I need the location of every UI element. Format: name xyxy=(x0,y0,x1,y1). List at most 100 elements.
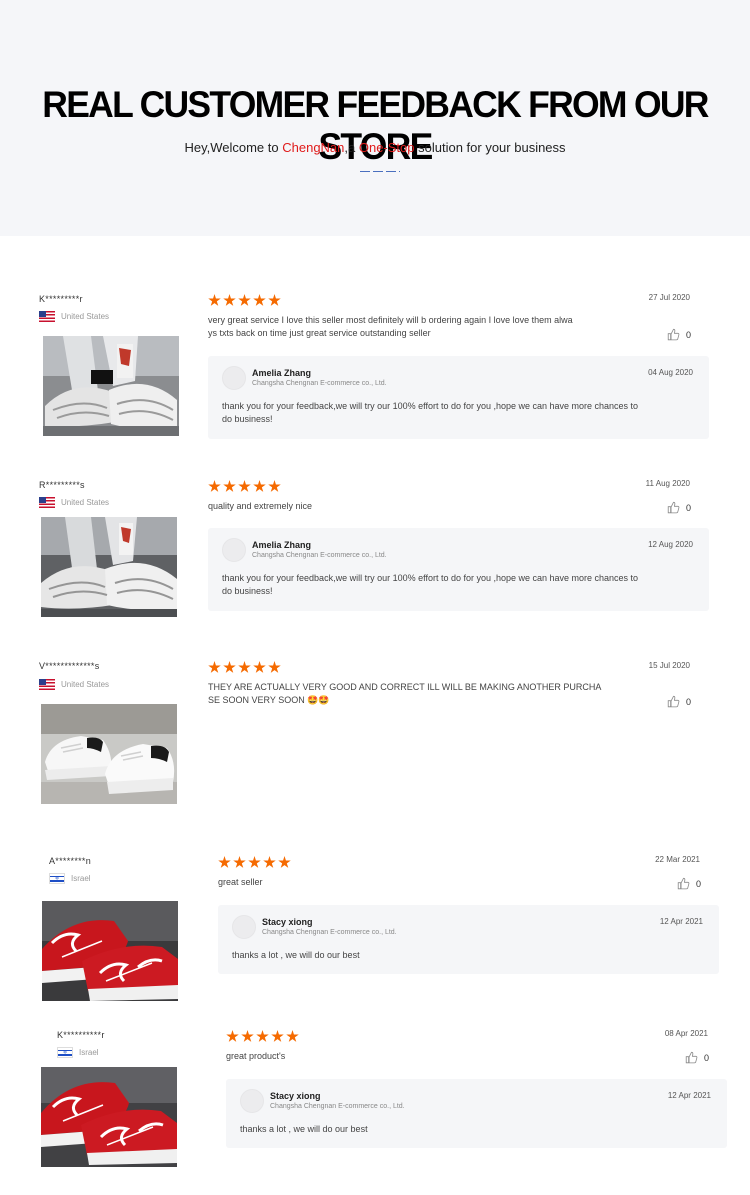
reviewer-name: V*************s xyxy=(39,661,100,671)
review-text: great product's xyxy=(226,1051,286,1061)
star-icon xyxy=(223,480,236,492)
reviewer-name: A********n xyxy=(49,856,92,866)
reply-text-line: thank you for your feedback,we will try … xyxy=(222,573,639,583)
like-button[interactable]: 0 xyxy=(667,695,691,708)
reply-date: 04 Aug 2020 xyxy=(648,368,693,377)
thumbs-up-icon xyxy=(667,695,680,708)
thumbs-up-icon xyxy=(667,328,680,341)
review-text: great seller xyxy=(218,877,263,887)
review-text-line: THEY ARE ACTUALLY VERY GOOD AND CORRECT … xyxy=(208,682,602,692)
seller-reply: Stacy xiong Changsha Chengnan E-commerce… xyxy=(226,1079,727,1148)
review-date: 11 Aug 2020 xyxy=(645,479,690,488)
israel-flag-icon: ✡ xyxy=(57,1047,73,1058)
seller-avatar xyxy=(232,915,256,939)
star-icon xyxy=(238,661,251,673)
country-label: United States xyxy=(61,680,110,689)
reviewer-country: ✡ Israel xyxy=(57,1047,99,1058)
reviewer-name: K**********r xyxy=(57,1030,105,1040)
star-icon xyxy=(253,294,266,306)
reviewer-country: United States xyxy=(39,311,109,322)
thumbs-up-icon xyxy=(667,501,680,514)
seller-company: Changsha Chengnan E-commerce co., Ltd. xyxy=(252,380,387,387)
star-icon xyxy=(208,480,221,492)
review-text-line: ys txts back on time just great service … xyxy=(208,328,431,338)
seller-avatar xyxy=(240,1089,264,1113)
star-icon xyxy=(233,856,246,868)
review-photo[interactable] xyxy=(43,336,179,436)
country-label: Israel xyxy=(79,1048,99,1057)
star-icon xyxy=(278,856,291,868)
reply-date: 12 Aug 2020 xyxy=(648,540,693,549)
review-date: 27 Jul 2020 xyxy=(648,293,690,302)
like-button[interactable]: 0 xyxy=(667,501,691,514)
seller-company: Changsha Chengnan E-commerce co., Ltd. xyxy=(262,929,397,936)
review-text: quality and extremely nice xyxy=(208,501,313,511)
star-icon xyxy=(253,480,266,492)
reply-text-line: do business! xyxy=(222,414,273,424)
decorative-dash xyxy=(360,171,400,172)
review-photo[interactable] xyxy=(42,901,178,1001)
review-text: THEY ARE ACTUALLY VERY GOOD AND CORRECT … xyxy=(208,681,638,707)
reviewer-country: United States xyxy=(39,679,109,690)
review-text-line: very great service I love this seller mo… xyxy=(208,315,573,325)
like-button[interactable]: 0 xyxy=(677,877,701,890)
star-icon xyxy=(263,856,276,868)
reply-text: thanks a lot , we will do our best xyxy=(240,1124,368,1134)
review-text: very great service I love this seller mo… xyxy=(208,314,638,340)
seller-company: Changsha Chengnan E-commerce co., Ltd. xyxy=(252,552,387,559)
reply-text-line: do business! xyxy=(222,586,273,596)
star-icon xyxy=(238,480,251,492)
seller-name: Amelia Zhang xyxy=(252,540,312,550)
reviewer-country: United States xyxy=(39,497,109,508)
star-icon xyxy=(238,294,251,306)
reply-text: thanks a lot , we will do our best xyxy=(232,950,360,960)
star-icon xyxy=(218,856,231,868)
country-label: United States xyxy=(61,498,110,507)
us-flag-icon xyxy=(39,497,55,508)
subtitle-mid: ,a xyxy=(344,140,359,155)
review-text-line: SE SOON VERY SOON 🤩🤩 xyxy=(208,695,330,705)
reviewer-name: K*********r xyxy=(39,294,83,304)
star-icon xyxy=(223,661,236,673)
review-date: 08 Apr 2021 xyxy=(664,1029,708,1038)
star-icon xyxy=(286,1030,299,1042)
us-flag-icon xyxy=(39,679,55,690)
one-stop-text: One-Stop xyxy=(358,140,415,155)
reply-date: 12 Apr 2021 xyxy=(659,917,703,926)
thumbs-up-icon xyxy=(677,877,690,890)
subtitle-pre: Hey,Welcome to xyxy=(184,140,283,155)
like-count: 0 xyxy=(686,696,692,707)
review-photo[interactable] xyxy=(41,704,177,804)
review-photo[interactable] xyxy=(41,1067,177,1167)
star-icon xyxy=(208,661,221,673)
star-icon xyxy=(208,294,221,306)
star-icon xyxy=(241,1030,254,1042)
star-icon xyxy=(268,294,281,306)
seller-name: Stacy xiong xyxy=(262,917,313,927)
country-label: United States xyxy=(61,312,110,321)
subtitle-post: solution for your business xyxy=(414,140,566,155)
star-icon xyxy=(248,856,261,868)
like-count: 0 xyxy=(686,502,692,513)
star-icon xyxy=(256,1030,269,1042)
like-button[interactable]: 0 xyxy=(685,1051,709,1064)
seller-company: Changsha Chengnan E-commerce co., Ltd. xyxy=(270,1103,405,1110)
reply-text-line: thank you for your feedback,we will try … xyxy=(222,401,639,411)
review-photo[interactable] xyxy=(41,517,177,617)
reply-date: 12 Apr 2021 xyxy=(667,1091,711,1100)
feedback-header: REAL CUSTOMER FEEDBACK FROM OUR STORE He… xyxy=(0,0,750,236)
reply-text: thank you for your feedback,we will try … xyxy=(222,400,695,426)
star-icon xyxy=(268,661,281,673)
reviewer-country: ✡ Israel xyxy=(49,873,91,884)
star-icon xyxy=(223,294,236,306)
seller-reply: Amelia Zhang Changsha Chengnan E-commerc… xyxy=(208,356,709,439)
rating-stars xyxy=(218,856,291,869)
like-count: 0 xyxy=(696,878,702,889)
reply-text: thank you for your feedback,we will try … xyxy=(222,572,695,598)
like-button[interactable]: 0 xyxy=(667,328,691,341)
review-date: 22 Mar 2021 xyxy=(655,855,700,864)
page-title: REAL CUSTOMER FEEDBACK FROM OUR STORE xyxy=(42,84,709,167)
israel-flag-icon: ✡ xyxy=(49,873,65,884)
like-count: 0 xyxy=(704,1052,710,1063)
thumbs-up-icon xyxy=(685,1051,698,1064)
